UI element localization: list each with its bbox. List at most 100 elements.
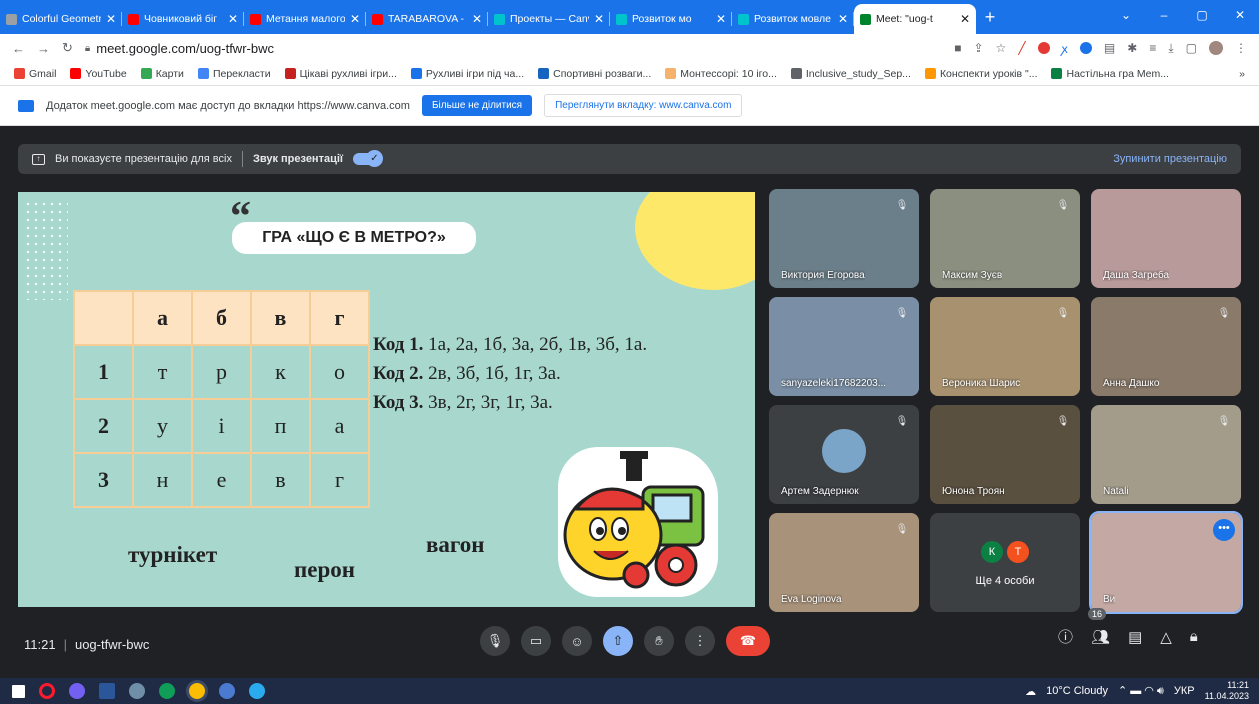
paint-icon[interactable] <box>129 683 145 699</box>
browser-tab-5[interactable]: Розвиток мо ✕ <box>610 4 732 34</box>
stop-sharing-button[interactable]: Більше не ділитися <box>421 95 533 116</box>
bookmark-label: Настільна гра Mem... <box>1066 67 1169 80</box>
participant-tile[interactable]: Виктория Егорова 🎙︎ <box>769 189 919 288</box>
browser-tab-2[interactable]: Метання малого ✕ <box>244 4 366 34</box>
bookmarks-overflow-icon[interactable]: » <box>1239 68 1245 80</box>
star-icon[interactable]: ☆ <box>996 41 1007 55</box>
participant-tile[interactable]: Юнона Троян 🎙︎ <box>930 405 1080 504</box>
reload-icon[interactable]: ↻ <box>62 40 73 56</box>
share-icon[interactable]: ⇪ <box>973 41 983 55</box>
bookmark-7[interactable]: Монтессорі: 10 іго... <box>665 68 777 80</box>
participant-tile[interactable]: Анна Дашко 🎙︎ <box>1091 297 1241 396</box>
chrome-icon[interactable] <box>189 683 205 699</box>
bookmark-5[interactable]: Рухливі ігри під ча... <box>410 68 524 80</box>
close-tab-icon[interactable]: ✕ <box>838 12 848 26</box>
participant-tile[interactable]: Артем Задернюк 🎙︎ <box>769 405 919 504</box>
browser-tab-0[interactable]: Colorful Geometr ✕ <box>0 4 122 34</box>
minimize-button[interactable]: – <box>1145 0 1183 30</box>
activities-icon[interactable]: △ <box>1160 628 1172 646</box>
reactions-button[interactable]: ☺ <box>562 626 592 656</box>
language-indicator[interactable]: УКР <box>1174 685 1195 697</box>
bookmark-label: Перекласти <box>212 67 271 80</box>
sidebar-icon[interactable]: ▢ <box>1186 41 1197 55</box>
browser-tab-7[interactable]: Meet: "uog-t ✕ <box>854 4 976 34</box>
info-icon[interactable]: ⓘ <box>1058 626 1073 647</box>
close-tab-icon[interactable]: ✕ <box>350 12 360 26</box>
forward-icon[interactable]: → <box>37 41 50 56</box>
profile-avatar[interactable] <box>1209 41 1223 55</box>
close-tab-icon[interactable]: ✕ <box>960 12 970 26</box>
viber-icon[interactable] <box>69 683 85 699</box>
camera-button[interactable]: ▭ <box>521 626 551 656</box>
ext-dot-icon[interactable] <box>1079 42 1092 54</box>
pen-icon[interactable]: ╱ <box>1018 41 1025 55</box>
back-icon[interactable]: ← <box>12 41 25 56</box>
browser-tab-1[interactable]: Човниковий біг ✕ <box>122 4 244 34</box>
browser-tab-3[interactable]: TARABAROVA - P ✕ <box>366 4 488 34</box>
camera-icon[interactable]: ■ <box>954 41 961 55</box>
participant-tile[interactable]: Вероника Шарис 🎙︎ <box>930 297 1080 396</box>
participant-name: Анна Дашко <box>1103 378 1160 389</box>
people-button[interactable]: 16 👥︎ <box>1088 607 1110 646</box>
word-icon[interactable] <box>99 683 115 699</box>
participant-tile[interactable]: Eva Loginova 🎙︎ <box>769 513 919 612</box>
host-controls-icon[interactable]: 🔒︎ <box>1190 628 1198 645</box>
close-tab-icon[interactable]: ✕ <box>594 12 604 26</box>
new-tab-button[interactable]: + <box>976 7 1004 28</box>
url-field[interactable]: 🔒︎ meet.google.com/uog-tfwr-bwc <box>85 41 942 56</box>
windows-start-icon[interactable] <box>12 684 25 698</box>
bookmark-0[interactable]: Gmail <box>14 68 56 80</box>
chat-icon[interactable]: ▤ <box>1128 628 1142 646</box>
code-text: 2в, 3б, 1б, 1г, 3а. <box>423 363 561 384</box>
present-button[interactable]: ⇧ <box>603 626 633 656</box>
bookmark-1[interactable]: YouTube <box>70 68 127 80</box>
close-tab-icon[interactable]: ✕ <box>472 12 482 26</box>
tray-icons[interactable]: ⌃ ▬ ◠ 🔊︎ <box>1118 684 1164 698</box>
browser-tab-6[interactable]: Розвиток мовле ✕ <box>732 4 854 34</box>
participant-tile[interactable]: Ви ••• <box>1089 511 1243 614</box>
telegram-icon[interactable] <box>249 683 265 699</box>
bookmark-icon <box>70 68 82 79</box>
meet-app-icon[interactable] <box>219 683 235 699</box>
leave-call-button[interactable]: ☎︎ <box>726 626 770 656</box>
tile-options-button[interactable]: ••• <box>1213 519 1235 541</box>
maximize-button[interactable]: ▢ <box>1183 0 1221 30</box>
clock[interactable]: 11:21 11.04.2023 <box>1205 680 1249 702</box>
browser-tab-4[interactable]: Проекты — Canv ✕ <box>488 4 610 34</box>
menu-icon[interactable]: ⋮ <box>1235 41 1247 55</box>
bookmark-4[interactable]: Цікаві рухливі ігри... <box>284 68 397 80</box>
bookmark-10[interactable]: Настільна гра Mem... <box>1051 67 1169 80</box>
weather-text[interactable]: 10°C Cloudy <box>1046 685 1108 697</box>
bookmark-3[interactable]: Перекласти <box>197 67 271 80</box>
code-line: Код 3. 3в, 2г, 3г, 1г, 3а. <box>373 388 647 417</box>
more-options-button[interactable]: ⋮ <box>685 626 715 656</box>
ext-abp-icon[interactable] <box>1037 42 1050 54</box>
ext-translate-icon[interactable]: ꭗ <box>1062 40 1068 57</box>
participant-tile[interactable]: Natali 🎙︎ <box>1091 405 1241 504</box>
participant-tile[interactable]: К Т Ще 4 особи <box>930 513 1080 612</box>
bookmark-2[interactable]: Карти <box>140 68 184 80</box>
close-window-button[interactable]: ✕ <box>1221 0 1259 30</box>
grid-cell: п <box>250 398 311 454</box>
raise-hand-button[interactable]: ✋︎ <box>644 626 674 656</box>
opera-icon[interactable] <box>39 683 55 699</box>
edge-icon[interactable] <box>159 683 175 699</box>
participant-tile[interactable]: Максим Зуєв 🎙︎ <box>930 189 1080 288</box>
puzzle-icon[interactable]: ✱ <box>1127 41 1137 55</box>
bookmark-8[interactable]: Inclusive_study_Sep... <box>790 68 911 80</box>
view-tab-button[interactable]: Переглянути вкладку: www.canva.com <box>544 94 743 117</box>
tab-search-icon[interactable]: ⌄ <box>1107 0 1145 30</box>
participant-tile[interactable]: sanyazeleki17682203... 🎙︎ <box>769 297 919 396</box>
download-icon[interactable]: ⤓ <box>1168 41 1173 56</box>
bookmark-9[interactable]: Конспекти уроків "... <box>924 68 1037 80</box>
close-tab-icon[interactable]: ✕ <box>106 12 116 26</box>
ext-screen-icon[interactable]: ▤ <box>1104 41 1115 55</box>
close-tab-icon[interactable]: ✕ <box>716 12 726 26</box>
participant-tile[interactable]: Даша Загреба <box>1091 189 1241 288</box>
reading-list-icon[interactable]: ≡ <box>1149 41 1156 55</box>
bookmark-6[interactable]: Спортивні розваги... <box>538 68 651 80</box>
close-tab-icon[interactable]: ✕ <box>228 12 238 26</box>
microphone-button[interactable]: 🎙︎ <box>480 626 510 656</box>
presentation-audio-toggle[interactable] <box>353 150 383 167</box>
stop-presenting-button[interactable]: Зупинити презентацію <box>1113 153 1227 165</box>
